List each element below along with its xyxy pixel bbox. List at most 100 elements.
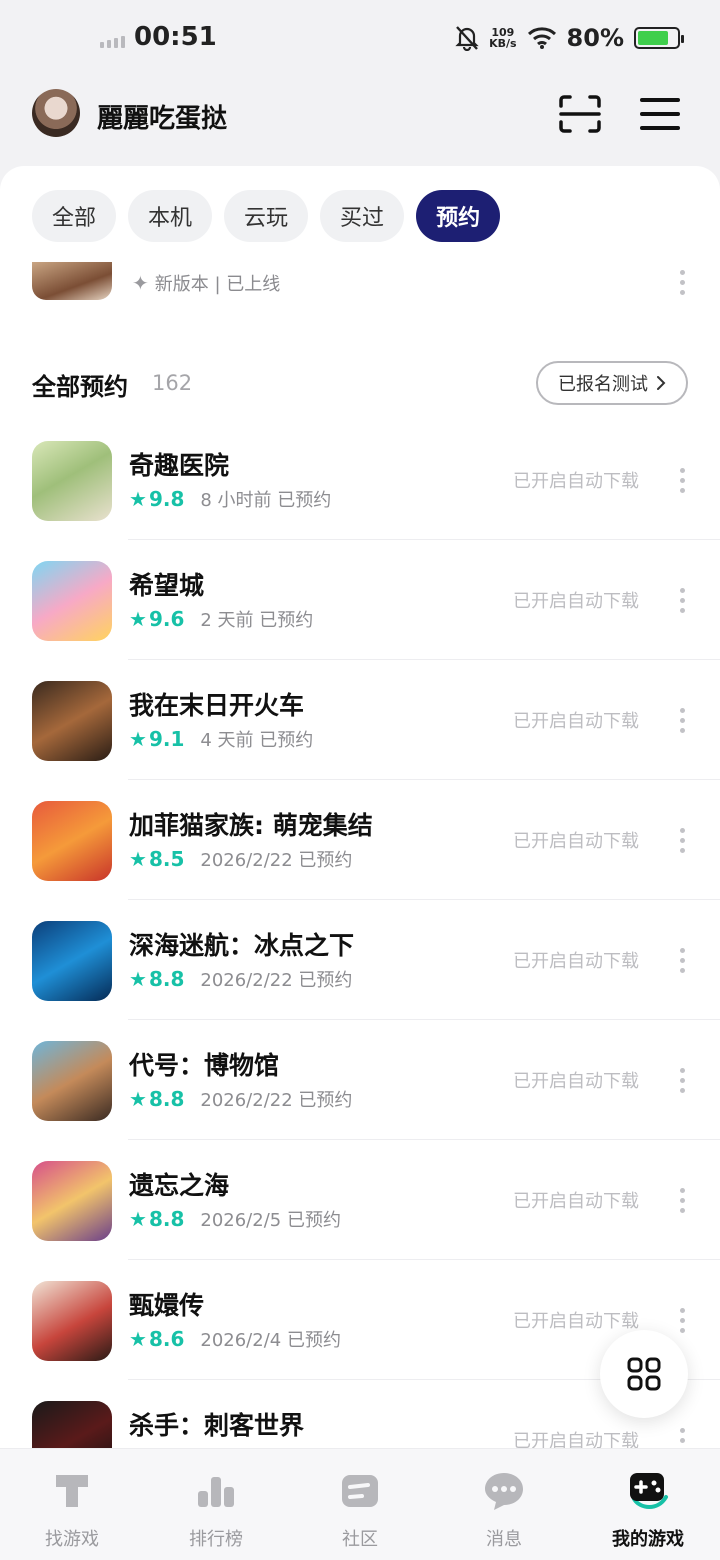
game-meta: ★ 9.6 2 天前 已预约 bbox=[129, 606, 313, 632]
game-name[interactable]: 遗忘之海 bbox=[129, 1166, 229, 1202]
game-name[interactable]: 加菲猫家族: 萌宠集结 bbox=[129, 806, 373, 842]
auto-download-status: 已开启自动下载 bbox=[513, 711, 639, 732]
grid-button[interactable] bbox=[600, 1330, 688, 1418]
game-icon[interactable] bbox=[32, 1041, 112, 1121]
grid-icon bbox=[627, 1357, 661, 1391]
more-icon[interactable] bbox=[678, 468, 686, 493]
game-name[interactable]: 我在末日开火车 bbox=[129, 686, 304, 722]
game-meta: ★ 8.8 2026/2/5 已预约 bbox=[129, 1206, 341, 1232]
nav-item-2[interactable]: 社区 bbox=[288, 1449, 432, 1560]
battery-icon bbox=[634, 27, 684, 49]
scan-icon[interactable] bbox=[558, 94, 602, 134]
reserve-time: 2026/2/22 已预约 bbox=[200, 970, 353, 991]
game-meta: ★ 9.1 4 天前 已预约 bbox=[129, 726, 313, 752]
tab-3[interactable]: 买过 bbox=[320, 190, 405, 242]
list-item[interactable]: 深海迷航：冰点之下 ★ 8.8 2026/2/22 已预约 已开启自动下载 bbox=[0, 900, 720, 1020]
net-speed-unit: KB/s bbox=[489, 37, 517, 50]
game-icon[interactable] bbox=[32, 681, 112, 761]
game-name[interactable]: 奇趣医院 bbox=[129, 446, 229, 482]
star-icon: ★ bbox=[129, 847, 147, 871]
game-score: 8.8 bbox=[148, 1087, 185, 1111]
tab-0[interactable]: 全部 bbox=[32, 190, 117, 242]
filter-tabs: 全部 本机 云玩 买过 预约 bbox=[32, 190, 501, 242]
more-icon[interactable] bbox=[678, 588, 686, 613]
game-score: 8.5 bbox=[148, 847, 185, 871]
game-icon bbox=[32, 262, 112, 300]
nav-item-0[interactable]: 找游戏 bbox=[0, 1449, 144, 1560]
game-icon[interactable] bbox=[32, 1401, 112, 1448]
game-name[interactable]: 代号：博物馆 bbox=[129, 1046, 279, 1082]
nav-item-4[interactable]: 我的游戏 bbox=[576, 1449, 720, 1560]
more-icon[interactable] bbox=[678, 948, 686, 973]
game-name[interactable]: 深海迷航：冰点之下 bbox=[129, 926, 354, 962]
nav-item-3[interactable]: 消息 bbox=[432, 1449, 576, 1560]
star-icon: ★ bbox=[129, 607, 147, 631]
mute-icon bbox=[455, 26, 479, 51]
auto-download-status: 已开启自动下载 bbox=[513, 1071, 639, 1092]
more-icon[interactable] bbox=[678, 828, 686, 853]
reserve-time: 8 小时前 已预约 bbox=[200, 490, 332, 511]
username[interactable]: 麗麗吃蛋挞 bbox=[97, 98, 227, 135]
list-item[interactable]: 我在末日开火车 ★ 9.1 4 天前 已预约 已开启自动下载 bbox=[0, 660, 720, 780]
game-meta: ★ 8.6 2026/2/4 已预约 bbox=[129, 1326, 341, 1352]
game-meta: ★ 9.8 8 小时前 已预约 bbox=[129, 486, 331, 512]
game-icon[interactable] bbox=[32, 561, 112, 641]
game-score: 9.1 bbox=[148, 727, 185, 751]
game-icon[interactable] bbox=[32, 441, 112, 521]
list-item[interactable]: 希望城 ★ 9.6 2 天前 已预约 已开启自动下载 bbox=[0, 540, 720, 660]
star-icon: ★ bbox=[129, 967, 147, 991]
nav-label: 消息 bbox=[486, 1529, 522, 1550]
game-icon[interactable] bbox=[32, 801, 112, 881]
status-bar: 00:51 109 KB/s 80% bbox=[0, 0, 720, 80]
my-games-icon bbox=[626, 1469, 670, 1513]
list-item[interactable]: 遗忘之海 ★ 8.8 2026/2/5 已预约 已开启自动下载 bbox=[0, 1140, 720, 1260]
list-item[interactable]: 加菲猫家族: 萌宠集结 ★ 8.5 2026/2/22 已预约 已开启自动下载 bbox=[0, 780, 720, 900]
nav-label: 排行榜 bbox=[189, 1529, 243, 1550]
game-icon[interactable] bbox=[32, 1281, 112, 1361]
game-icon[interactable] bbox=[32, 1161, 112, 1241]
game-name[interactable]: 希望城 bbox=[129, 566, 204, 602]
reserve-time: 2026/2/22 已预约 bbox=[200, 850, 353, 871]
sparkle-icon: ✦ bbox=[132, 271, 149, 295]
list-item[interactable]: 奇趣医院 ★ 9.8 8 小时前 已预约 已开启自动下载 bbox=[0, 420, 720, 540]
game-name[interactable]: 甄嬛传 bbox=[129, 1286, 204, 1322]
list-item[interactable]: 代号：博物馆 ★ 8.8 2026/2/22 已预约 已开启自动下载 bbox=[0, 1020, 720, 1140]
reserve-time: 4 天前 已预约 bbox=[200, 730, 314, 751]
registered-test-label: 已报名测试 bbox=[558, 374, 648, 395]
star-icon: ★ bbox=[129, 1207, 147, 1231]
more-icon[interactable] bbox=[678, 1308, 686, 1333]
star-icon: ★ bbox=[129, 1327, 147, 1351]
more-icon[interactable] bbox=[678, 1428, 686, 1448]
partial-list-item[interactable]: ✦ 新版本 | 已上线 bbox=[0, 262, 720, 312]
game-meta: ★ 8.8 2026/2/22 已预约 bbox=[129, 1086, 352, 1112]
more-icon[interactable] bbox=[678, 1188, 686, 1213]
community-icon bbox=[338, 1469, 382, 1513]
game-score: 9.6 bbox=[148, 607, 185, 631]
status-time: 00:51 bbox=[134, 22, 217, 52]
tab-4[interactable]: 预约 bbox=[416, 190, 501, 242]
more-icon[interactable] bbox=[678, 270, 686, 295]
auto-download-status: 已开启自动下载 bbox=[513, 1191, 639, 1212]
game-icon[interactable] bbox=[32, 921, 112, 1001]
more-icon[interactable] bbox=[678, 708, 686, 733]
reservation-list: 奇趣医院 ★ 9.8 8 小时前 已预约 已开启自动下载 希望城 ★ 9.6 2… bbox=[0, 420, 720, 1448]
auto-download-status: 已开启自动下载 bbox=[513, 591, 639, 612]
signal-icon bbox=[100, 36, 125, 48]
message-icon bbox=[482, 1469, 526, 1513]
more-icon[interactable] bbox=[678, 1068, 686, 1093]
net-speed: 109 KB/s bbox=[489, 27, 516, 49]
nav-item-1[interactable]: 排行榜 bbox=[144, 1449, 288, 1560]
reserve-time: 2 天前 已预约 bbox=[200, 610, 314, 631]
registered-test-button[interactable]: 已报名测试 bbox=[536, 361, 688, 405]
game-name[interactable]: 杀手：刺客世界 bbox=[129, 1406, 304, 1442]
auto-download-status: 已开启自动下载 bbox=[513, 471, 639, 492]
tab-1[interactable]: 本机 bbox=[128, 190, 213, 242]
star-icon: ★ bbox=[129, 1087, 147, 1111]
menu-icon[interactable] bbox=[640, 96, 680, 132]
chevron-right-icon bbox=[657, 376, 666, 390]
reserve-time: 2026/2/22 已预约 bbox=[200, 1090, 353, 1111]
game-meta: ★ 8.5 2026/2/22 已预约 bbox=[129, 846, 352, 872]
avatar[interactable] bbox=[32, 89, 80, 137]
header: 麗麗吃蛋挞 bbox=[0, 80, 720, 166]
tab-2[interactable]: 云玩 bbox=[224, 190, 309, 242]
